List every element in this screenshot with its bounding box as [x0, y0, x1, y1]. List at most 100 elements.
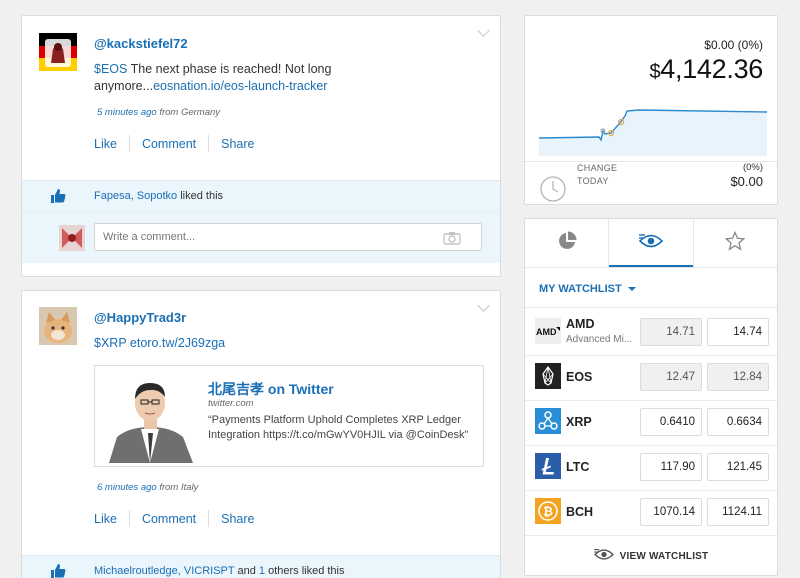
comment-input[interactable]: Write a comment...	[94, 223, 482, 251]
watchlist-title: MY WATCHLIST	[539, 283, 622, 295]
currency-symbol: $	[649, 61, 661, 83]
ltc-logo-icon	[535, 453, 561, 479]
camera-icon[interactable]	[443, 231, 461, 248]
likes-bar: Fapesa, Sopotko liked this	[22, 180, 500, 213]
svg-text:₿: ₿	[543, 505, 553, 519]
star-icon	[724, 230, 746, 256]
preview-image	[99, 369, 202, 463]
likes-text: Michaelroutledge, VICRISPT and 1 others …	[94, 565, 345, 577]
watchlist-row-eos[interactable]: EOS 12.47 12.84	[525, 355, 777, 399]
post-actions: Like Comment Share	[94, 135, 266, 152]
symbol: BCH	[566, 505, 594, 519]
symbol: EOS	[566, 370, 593, 384]
like-button[interactable]: Like	[94, 137, 129, 151]
comment-row: Write a comment...	[22, 213, 500, 263]
like-button[interactable]: Like	[94, 512, 129, 526]
post-options-chevron-icon[interactable]	[477, 24, 490, 37]
symbol: LTC	[566, 460, 590, 474]
bid-price-button[interactable]: 117.90	[640, 453, 702, 481]
post-username[interactable]: @HappyTrad3r	[94, 310, 186, 325]
post-meta: 5 minutes ago from Germany	[97, 107, 220, 118]
change-label-line2: TODAY	[577, 176, 609, 186]
post-text: $XRP etoro.tw/2J69zga	[94, 335, 489, 352]
avatar[interactable]	[39, 33, 77, 71]
post-origin: from Italy	[156, 482, 199, 493]
ask-price-button[interactable]: 121.45	[707, 453, 769, 481]
tab-watchlist[interactable]	[609, 219, 694, 267]
price-value: $4,142.36	[649, 54, 763, 85]
price-sparkline[interactable]	[539, 96, 767, 156]
comment-button[interactable]: Comment	[130, 137, 208, 151]
preview-quote: “Payments Platform Uphold Completes XRP …	[208, 414, 469, 441]
bid-price-button[interactable]: 14.71	[640, 318, 702, 346]
watchlist-row-xrp[interactable]: XRP 0.6410 0.6634	[525, 400, 777, 444]
watchlist-tabs	[525, 219, 777, 267]
likes-and: and	[234, 565, 259, 577]
share-button[interactable]: Share	[209, 137, 266, 151]
divider	[525, 267, 777, 268]
caret-down-icon	[627, 287, 636, 291]
instrument-name: Advanced Mi...	[566, 334, 633, 345]
tab-favorites[interactable]	[694, 219, 777, 267]
watchlist-row-bch[interactable]: ₿ BCH 1070.14 1124.11	[525, 490, 777, 534]
comment-placeholder: Write a comment...	[103, 231, 196, 243]
bid-price-button[interactable]: 0.6410	[640, 408, 702, 436]
post-time[interactable]: 6 minutes ago	[97, 482, 157, 493]
likes-bar: Michaelroutledge, VICRISPT and 1 others …	[22, 555, 500, 578]
clock-icon	[539, 175, 567, 208]
thumbs-up-icon	[50, 563, 66, 578]
post-meta: 6 minutes ago from Italy	[97, 482, 198, 493]
ask-price-button[interactable]: 0.6634	[707, 408, 769, 436]
symbol: XRP	[566, 415, 592, 429]
watchlist-row-ltc[interactable]: LTC 117.90 121.45	[525, 445, 777, 489]
change-values: (0%) $0.00	[730, 162, 763, 189]
likes-text: Fapesa, Sopotko liked this	[94, 190, 223, 202]
comment-button[interactable]: Comment	[130, 512, 208, 526]
likes-suffix: others liked this	[265, 565, 345, 577]
avatar[interactable]	[39, 307, 77, 345]
eye-icon	[638, 233, 664, 254]
bid-price-button[interactable]: 12.47	[640, 363, 702, 391]
likes-suffix: liked this	[177, 190, 224, 202]
tab-portfolio[interactable]	[525, 219, 610, 267]
liker-names[interactable]: Michaelroutledge, VICRISPT	[94, 565, 234, 577]
preview-title[interactable]: 北尾吉孝 on Twitter	[208, 379, 334, 399]
watchlist-card: MY WATCHLIST AMD AMD Advanced Mi... 14.7…	[524, 218, 778, 576]
feed-post: @kackstiefel72 $EOS The next phase is re…	[21, 15, 501, 277]
change-label: CHANGE TODAY	[577, 162, 617, 188]
watchlist-selector[interactable]: MY WATCHLIST	[539, 283, 636, 295]
pie-chart-icon	[557, 231, 577, 256]
watchlist-row-amd[interactable]: AMD AMD Advanced Mi... 14.71 14.74	[525, 310, 777, 354]
link-preview-card[interactable]: 北尾吉孝 on Twitter twitter.com “Payments Pl…	[94, 365, 484, 467]
ticker-link[interactable]: $XRP	[94, 336, 126, 350]
bid-price-button[interactable]: 1070.14	[640, 498, 702, 526]
ask-price-button[interactable]: 12.84	[707, 363, 769, 391]
price-amount: 4,142.36	[660, 54, 763, 84]
view-watchlist-label: VIEW WATCHLIST	[619, 550, 709, 562]
ticker-link[interactable]: $EOS	[94, 62, 127, 76]
price-card: $0.00 (0%) $4,142.36 CHANGE TODAY (0%) $…	[524, 15, 778, 205]
post-options-chevron-icon[interactable]	[477, 299, 490, 312]
bch-logo-icon: ₿	[535, 498, 561, 524]
symbol: AMD	[566, 317, 595, 331]
ask-price-button[interactable]: 1124.11	[707, 498, 769, 526]
post-username[interactable]: @kackstiefel72	[94, 36, 188, 51]
change-label-line1: CHANGE	[577, 163, 618, 173]
eye-icon	[593, 548, 614, 564]
post-link[interactable]: eosnation.io/eos-launch-tracker	[153, 79, 327, 93]
thumbs-up-icon	[50, 188, 66, 209]
post-origin: from Germany	[156, 107, 221, 118]
eos-logo-icon	[535, 363, 561, 389]
view-watchlist-button[interactable]: VIEW WATCHLIST	[525, 536, 777, 576]
share-button[interactable]: Share	[209, 512, 266, 526]
post-text: $EOS The next phase is reached! Not long…	[94, 61, 489, 95]
ask-price-button[interactable]: 14.74	[707, 318, 769, 346]
liker-names[interactable]: Fapesa, Sopotko	[94, 190, 177, 202]
post-link[interactable]: etoro.tw/2J69zga	[126, 336, 225, 350]
price-change-top: $0.00 (0%)	[704, 38, 763, 52]
my-avatar	[59, 225, 85, 251]
amd-logo-icon: AMD	[535, 318, 561, 344]
post-time[interactable]: 5 minutes ago	[97, 107, 157, 118]
change-amount: $0.00	[730, 174, 763, 189]
post-actions: Like Comment Share	[94, 510, 266, 527]
